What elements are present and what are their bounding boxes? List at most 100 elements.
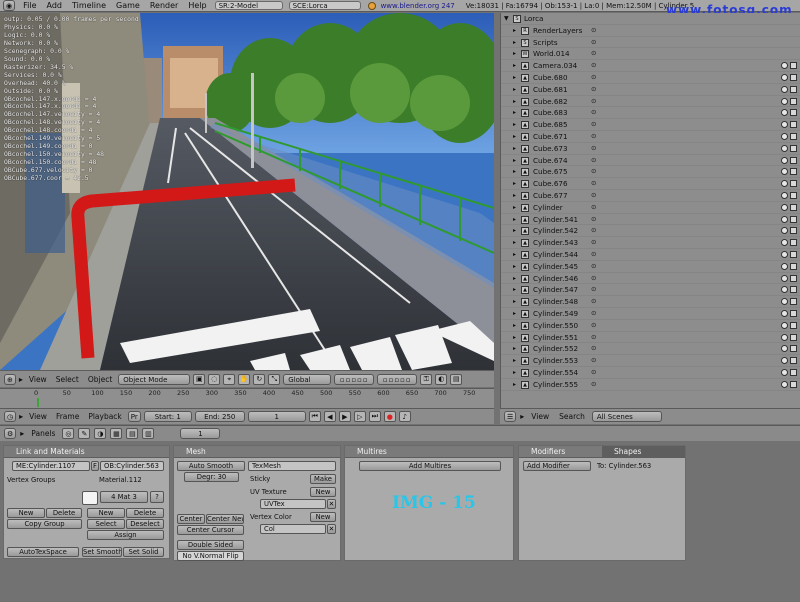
selectable-arrow-icon[interactable] xyxy=(790,262,797,270)
draw-type-icon[interactable]: ▣ xyxy=(193,373,206,385)
selectable-arrow-icon[interactable] xyxy=(790,309,797,317)
visibility-eye-icon[interactable] xyxy=(781,380,788,388)
mesh-data-icon[interactable]: ⊙ xyxy=(591,273,596,285)
mesh-data-icon[interactable]: ⊙ xyxy=(591,166,596,178)
material-delete-button[interactable]: Delete xyxy=(126,508,164,518)
mesh-data-icon[interactable]: ⊙ xyxy=(591,107,596,119)
expand-arrow-icon[interactable]: ▸ xyxy=(513,296,516,308)
outliner-item[interactable]: ▸ ▲ Cube.676 ⊙ xyxy=(501,178,800,190)
visibility-eye-icon[interactable] xyxy=(781,97,788,105)
mesh-data-icon[interactable]: ⊙ xyxy=(591,332,596,344)
menu-object[interactable]: Object xyxy=(85,375,115,384)
pivot-icon[interactable]: ◌ xyxy=(208,373,221,385)
3d-viewport[interactable]: outp: 0.05 / 0.00 frames per second Physi… xyxy=(0,13,494,370)
selectable-arrow-icon[interactable] xyxy=(790,62,797,70)
mesh-data-icon[interactable]: ⊙ xyxy=(591,261,596,273)
mesh-data-icon[interactable]: ⊙ xyxy=(591,237,596,249)
expand-arrow-icon[interactable]: ▸ xyxy=(513,37,516,49)
outliner-item[interactable]: ▸ ▲ Cylinder.555 ⊙ xyxy=(501,379,800,391)
selectable-arrow-icon[interactable] xyxy=(790,380,797,388)
add-multires-button[interactable]: Add Multires xyxy=(359,461,501,471)
visibility-eye-icon[interactable] xyxy=(781,180,788,188)
vgroup-new-button[interactable]: New xyxy=(7,508,45,518)
menu-search[interactable]: Search xyxy=(556,412,588,421)
layer-buttons[interactable]: ▫▫▫▫▫ xyxy=(334,373,375,385)
jump-end-icon[interactable]: ⏭ xyxy=(368,411,381,422)
auto-smooth-button[interactable]: Auto Smooth xyxy=(177,461,245,471)
expand-arrow-icon[interactable]: ▸ xyxy=(513,225,516,237)
outliner[interactable]: ▼ S Lorca ▸ R RenderLayers ⊙ ▸ S Scripts ⊙ ▸ W Wor… xyxy=(500,13,800,408)
expand-arrow-icon[interactable]: ▸ xyxy=(513,143,516,155)
top-menu-help[interactable]: Help xyxy=(183,1,211,10)
outliner-item[interactable]: ▸ ▲ Cube.673 ⊙ xyxy=(501,143,800,155)
visibility-eye-icon[interactable] xyxy=(781,274,788,282)
expand-arrow-icon[interactable]: ▸ xyxy=(513,131,516,143)
visibility-eye-icon[interactable] xyxy=(781,286,788,294)
render-icon[interactable]: ▤ xyxy=(450,373,463,385)
add-modifier-button[interactable]: Add Modifier xyxy=(523,461,591,471)
selectable-arrow-icon[interactable] xyxy=(790,239,797,247)
visibility-eye-icon[interactable] xyxy=(781,132,788,140)
visibility-eye-icon[interactable] xyxy=(781,227,788,235)
record-icon[interactable]: ● xyxy=(383,411,396,422)
selectable-arrow-icon[interactable] xyxy=(790,215,797,223)
scene-icon[interactable]: ▥ xyxy=(142,428,155,439)
timeline-type-icon[interactable]: ◷ xyxy=(4,411,17,422)
expand-arrow-icon[interactable]: ▸ xyxy=(513,107,516,119)
visibility-eye-icon[interactable] xyxy=(781,168,788,176)
expand-arrow-icon[interactable]: ▸ xyxy=(513,202,516,214)
outliner-item[interactable]: ▸ ▲ Cylinder.554 ⊙ xyxy=(501,367,800,379)
shading-icon[interactable]: ◑ xyxy=(94,428,107,439)
outliner-item[interactable]: ▸ ▲ Cylinder.553 ⊙ xyxy=(501,355,800,367)
center-new-button[interactable]: Center New xyxy=(206,514,244,524)
collapse-icon[interactable]: ▸ xyxy=(19,375,23,384)
visibility-eye-icon[interactable] xyxy=(781,298,788,306)
no-v-normal-flip-button[interactable]: No V.Normal Flip xyxy=(177,551,244,561)
preview-range-button[interactable]: Pr xyxy=(127,411,141,422)
scale-icon[interactable]: ⤡ xyxy=(268,373,281,385)
material-new-button[interactable]: New xyxy=(87,508,125,518)
expand-arrow-icon[interactable]: ▸ xyxy=(513,119,516,131)
selectable-arrow-icon[interactable] xyxy=(790,191,797,199)
menu-select[interactable]: Select xyxy=(53,375,82,384)
mesh-data-icon[interactable]: ⊙ xyxy=(591,214,596,226)
fake-user-button[interactable]: F xyxy=(91,461,99,471)
expand-arrow-icon[interactable]: ▸ xyxy=(513,284,516,296)
visibility-eye-icon[interactable] xyxy=(781,156,788,164)
mesh-data-icon[interactable]: ⊙ xyxy=(591,37,596,49)
vc-delete-icon[interactable]: ✕ xyxy=(327,524,336,534)
expand-arrow-icon[interactable]: ▸ xyxy=(513,25,516,37)
outliner-item[interactable]: ▸ ▲ Cylinder.551 ⊙ xyxy=(501,332,800,344)
object-icon[interactable]: ▦ xyxy=(110,428,123,439)
mesh-data-icon[interactable]: ⊙ xyxy=(591,225,596,237)
outliner-item[interactable]: ▸ ▲ Cube.685 ⊙ xyxy=(501,119,800,131)
start-frame-field[interactable]: Start: 1 xyxy=(143,411,192,422)
screen-selector[interactable]: SR:2-Model xyxy=(214,1,283,10)
outliner-item[interactable]: ▸ S Scripts ⊙ xyxy=(501,37,800,49)
selectable-arrow-icon[interactable] xyxy=(790,144,797,152)
mesh-data-icon[interactable]: ⊙ xyxy=(591,60,596,72)
outliner-item[interactable]: ▸ ▲ Cylinder.542 ⊙ xyxy=(501,225,800,238)
outliner-item[interactable]: ▸ ▲ Cube.674 ⊙ xyxy=(501,155,800,167)
expand-arrow-icon[interactable]: ▸ xyxy=(513,60,516,72)
expand-arrow-icon[interactable]: ▸ xyxy=(513,214,516,226)
tab-shapes[interactable]: Shapes xyxy=(602,446,685,458)
double-sided-button[interactable]: Double Sided xyxy=(177,540,244,550)
snap-icon[interactable]: ⌖ xyxy=(223,373,236,385)
mesh-data-icon[interactable]: ⊙ xyxy=(591,320,596,332)
rotate-icon[interactable]: ↻ xyxy=(253,373,266,385)
jump-start-icon[interactable]: ⏮ xyxy=(308,411,321,422)
visibility-eye-icon[interactable] xyxy=(781,368,788,376)
mesh-data-icon[interactable]: ⊙ xyxy=(591,155,596,167)
selectable-arrow-icon[interactable] xyxy=(790,85,797,93)
object-name-field[interactable]: OB:Cylinder.563 xyxy=(100,461,164,471)
scene-selector[interactable]: SCE:Lorca xyxy=(288,1,361,10)
visibility-eye-icon[interactable] xyxy=(781,345,788,353)
outliner-item[interactable]: ▸ ▲ Cylinder.545 ⊙ xyxy=(501,261,800,273)
orientation-selector[interactable]: Global xyxy=(283,373,332,385)
selectable-arrow-icon[interactable] xyxy=(790,168,797,176)
selectable-arrow-icon[interactable] xyxy=(790,156,797,164)
visibility-eye-icon[interactable] xyxy=(781,215,788,223)
visibility-eye-icon[interactable] xyxy=(781,109,788,117)
outliner-item[interactable]: ▸ ▲ Camera.034 ⊙ xyxy=(501,60,800,72)
